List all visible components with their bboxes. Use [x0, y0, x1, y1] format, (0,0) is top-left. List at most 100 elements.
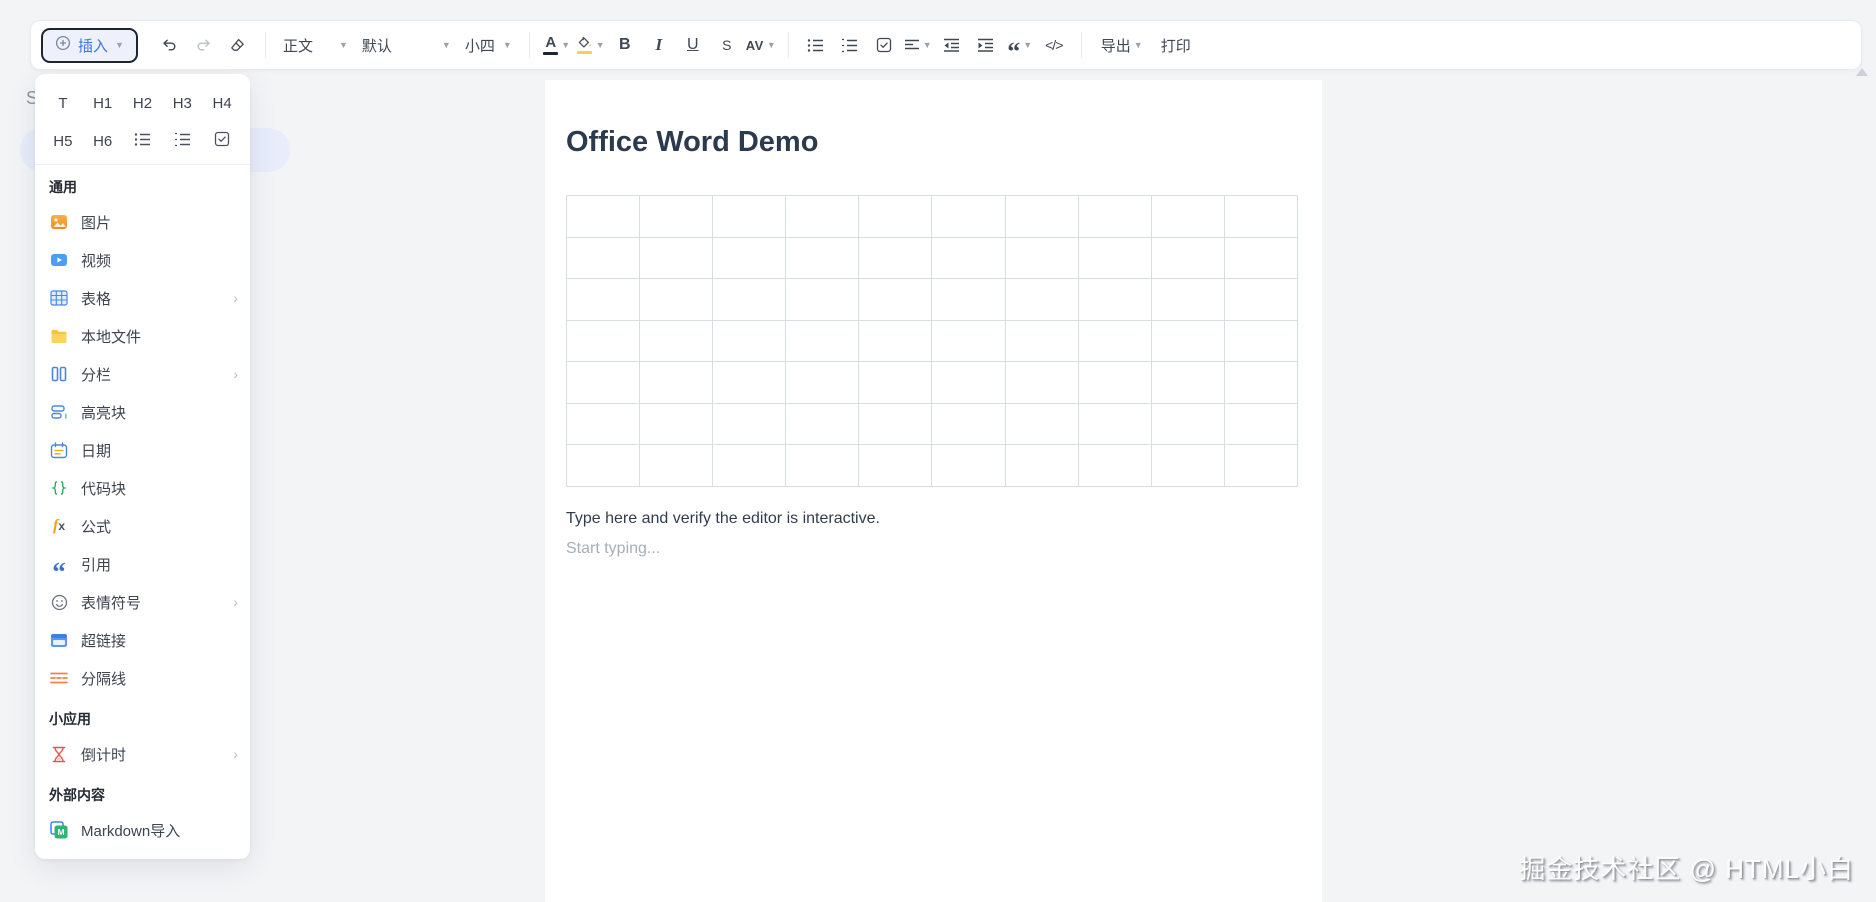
- ordered-list-button[interactable]: [834, 29, 866, 61]
- menu-item-emoji[interactable]: 表情符号 ›: [35, 583, 250, 621]
- table-cell[interactable]: [567, 362, 640, 404]
- table-cell[interactable]: [1078, 320, 1151, 362]
- document-paragraph[interactable]: Type here and verify the editor is inter…: [566, 510, 880, 528]
- table-cell[interactable]: [640, 320, 713, 362]
- paragraph-style-select[interactable]: 正文 ▼: [277, 29, 354, 61]
- menu-item-divider[interactable]: 分隔线: [35, 659, 250, 697]
- quick-h1-button[interactable]: H1: [83, 84, 123, 122]
- menu-item-date[interactable]: 日期: [35, 431, 250, 469]
- table-cell[interactable]: [1005, 403, 1078, 445]
- table-cell[interactable]: [1005, 196, 1078, 238]
- table-cell[interactable]: [786, 237, 859, 279]
- font-family-select[interactable]: 默认 ▼: [356, 29, 457, 61]
- table-cell[interactable]: [1224, 362, 1297, 404]
- menu-item-countdown[interactable]: 倒计时 ›: [35, 735, 250, 773]
- document-page[interactable]: Office Word Demo Type here and verify th…: [545, 80, 1322, 902]
- quick-h5-button[interactable]: H5: [43, 122, 83, 160]
- redo-button[interactable]: [188, 29, 220, 61]
- table-cell[interactable]: [640, 279, 713, 321]
- table-cell[interactable]: [1151, 196, 1224, 238]
- table-cell[interactable]: [1005, 237, 1078, 279]
- table-cell[interactable]: [1005, 279, 1078, 321]
- quick-task-list-button[interactable]: [202, 122, 242, 160]
- table-cell[interactable]: [932, 279, 1005, 321]
- table-cell[interactable]: [567, 237, 640, 279]
- table-cell[interactable]: [1078, 403, 1151, 445]
- font-color-button[interactable]: A ▼: [541, 29, 573, 61]
- table-cell[interactable]: [1224, 237, 1297, 279]
- quick-h6-button[interactable]: H6: [83, 122, 123, 160]
- table-cell[interactable]: [567, 196, 640, 238]
- quick-text-button[interactable]: T: [43, 84, 83, 122]
- menu-item-image[interactable]: 图片: [35, 203, 250, 241]
- table-cell[interactable]: [859, 196, 932, 238]
- table-cell[interactable]: [1151, 403, 1224, 445]
- table-cell[interactable]: [786, 320, 859, 362]
- task-list-button[interactable]: [868, 29, 900, 61]
- insert-button[interactable]: 插入 ▼: [41, 28, 138, 63]
- editor-placeholder[interactable]: Start typing...: [566, 540, 660, 558]
- menu-item-quote[interactable]: “ 引用: [35, 545, 250, 583]
- menu-item-hyperlink[interactable]: 超链接: [35, 621, 250, 659]
- table-cell[interactable]: [859, 403, 932, 445]
- menu-item-code-block[interactable]: 代码块: [35, 469, 250, 507]
- table-cell[interactable]: [859, 362, 932, 404]
- quick-h3-button[interactable]: H3: [162, 84, 202, 122]
- table-cell[interactable]: [859, 445, 932, 487]
- table-cell[interactable]: [640, 237, 713, 279]
- letter-spacing-button[interactable]: AV ▼: [745, 29, 777, 61]
- table-cell[interactable]: [713, 279, 786, 321]
- undo-button[interactable]: [154, 29, 186, 61]
- table-cell[interactable]: [1224, 279, 1297, 321]
- highlight-color-button[interactable]: ▼: [575, 29, 607, 61]
- table-cell[interactable]: [1224, 320, 1297, 362]
- table-cell[interactable]: [932, 445, 1005, 487]
- table-cell[interactable]: [640, 403, 713, 445]
- table-cell[interactable]: [713, 320, 786, 362]
- table-cell[interactable]: [713, 362, 786, 404]
- menu-item-highlight-block[interactable]: 高亮块: [35, 393, 250, 431]
- table-cell[interactable]: [786, 445, 859, 487]
- print-button[interactable]: 打印: [1153, 29, 1199, 61]
- quick-h2-button[interactable]: H2: [123, 84, 163, 122]
- table-cell[interactable]: [1151, 237, 1224, 279]
- table-cell[interactable]: [786, 362, 859, 404]
- indent-button[interactable]: [970, 29, 1002, 61]
- table-cell[interactable]: [713, 237, 786, 279]
- menu-item-formula[interactable]: fx 公式: [35, 507, 250, 545]
- table-cell[interactable]: [1151, 320, 1224, 362]
- blockquote-button[interactable]: “ ▼: [1004, 29, 1036, 61]
- menu-item-local-file[interactable]: 本地文件: [35, 317, 250, 355]
- quick-h4-button[interactable]: H4: [202, 84, 242, 122]
- menu-item-columns[interactable]: 分栏 ›: [35, 355, 250, 393]
- scrollbar-up-arrow-icon[interactable]: [1856, 68, 1868, 76]
- font-size-select[interactable]: 小四 ▼: [459, 29, 518, 61]
- table-cell[interactable]: [932, 320, 1005, 362]
- table-cell[interactable]: [1151, 362, 1224, 404]
- table-cell[interactable]: [1224, 445, 1297, 487]
- table-cell[interactable]: [859, 320, 932, 362]
- code-button[interactable]: </>: [1038, 29, 1070, 61]
- table-cell[interactable]: [1078, 237, 1151, 279]
- table-cell[interactable]: [567, 279, 640, 321]
- quick-ordered-list-button[interactable]: [162, 122, 202, 160]
- table-cell[interactable]: [932, 196, 1005, 238]
- export-button[interactable]: 导出 ▼: [1093, 29, 1151, 61]
- table-cell[interactable]: [932, 362, 1005, 404]
- strikethrough-button[interactable]: S: [711, 29, 743, 61]
- clear-format-eraser-icon[interactable]: [222, 29, 254, 61]
- align-button[interactable]: ▼: [902, 29, 934, 61]
- table-cell[interactable]: [1224, 403, 1297, 445]
- table-cell[interactable]: [1078, 445, 1151, 487]
- table-cell[interactable]: [1005, 320, 1078, 362]
- bold-button[interactable]: B: [609, 29, 641, 61]
- table-cell[interactable]: [932, 237, 1005, 279]
- document-title[interactable]: Office Word Demo: [566, 126, 818, 159]
- quick-bullet-list-button[interactable]: [123, 122, 163, 160]
- table-cell[interactable]: [1005, 362, 1078, 404]
- table-cell[interactable]: [640, 445, 713, 487]
- table-cell[interactable]: [1078, 196, 1151, 238]
- table-cell[interactable]: [1078, 362, 1151, 404]
- menu-item-markdown-import[interactable]: M Markdown导入: [35, 811, 250, 849]
- table-cell[interactable]: [1151, 445, 1224, 487]
